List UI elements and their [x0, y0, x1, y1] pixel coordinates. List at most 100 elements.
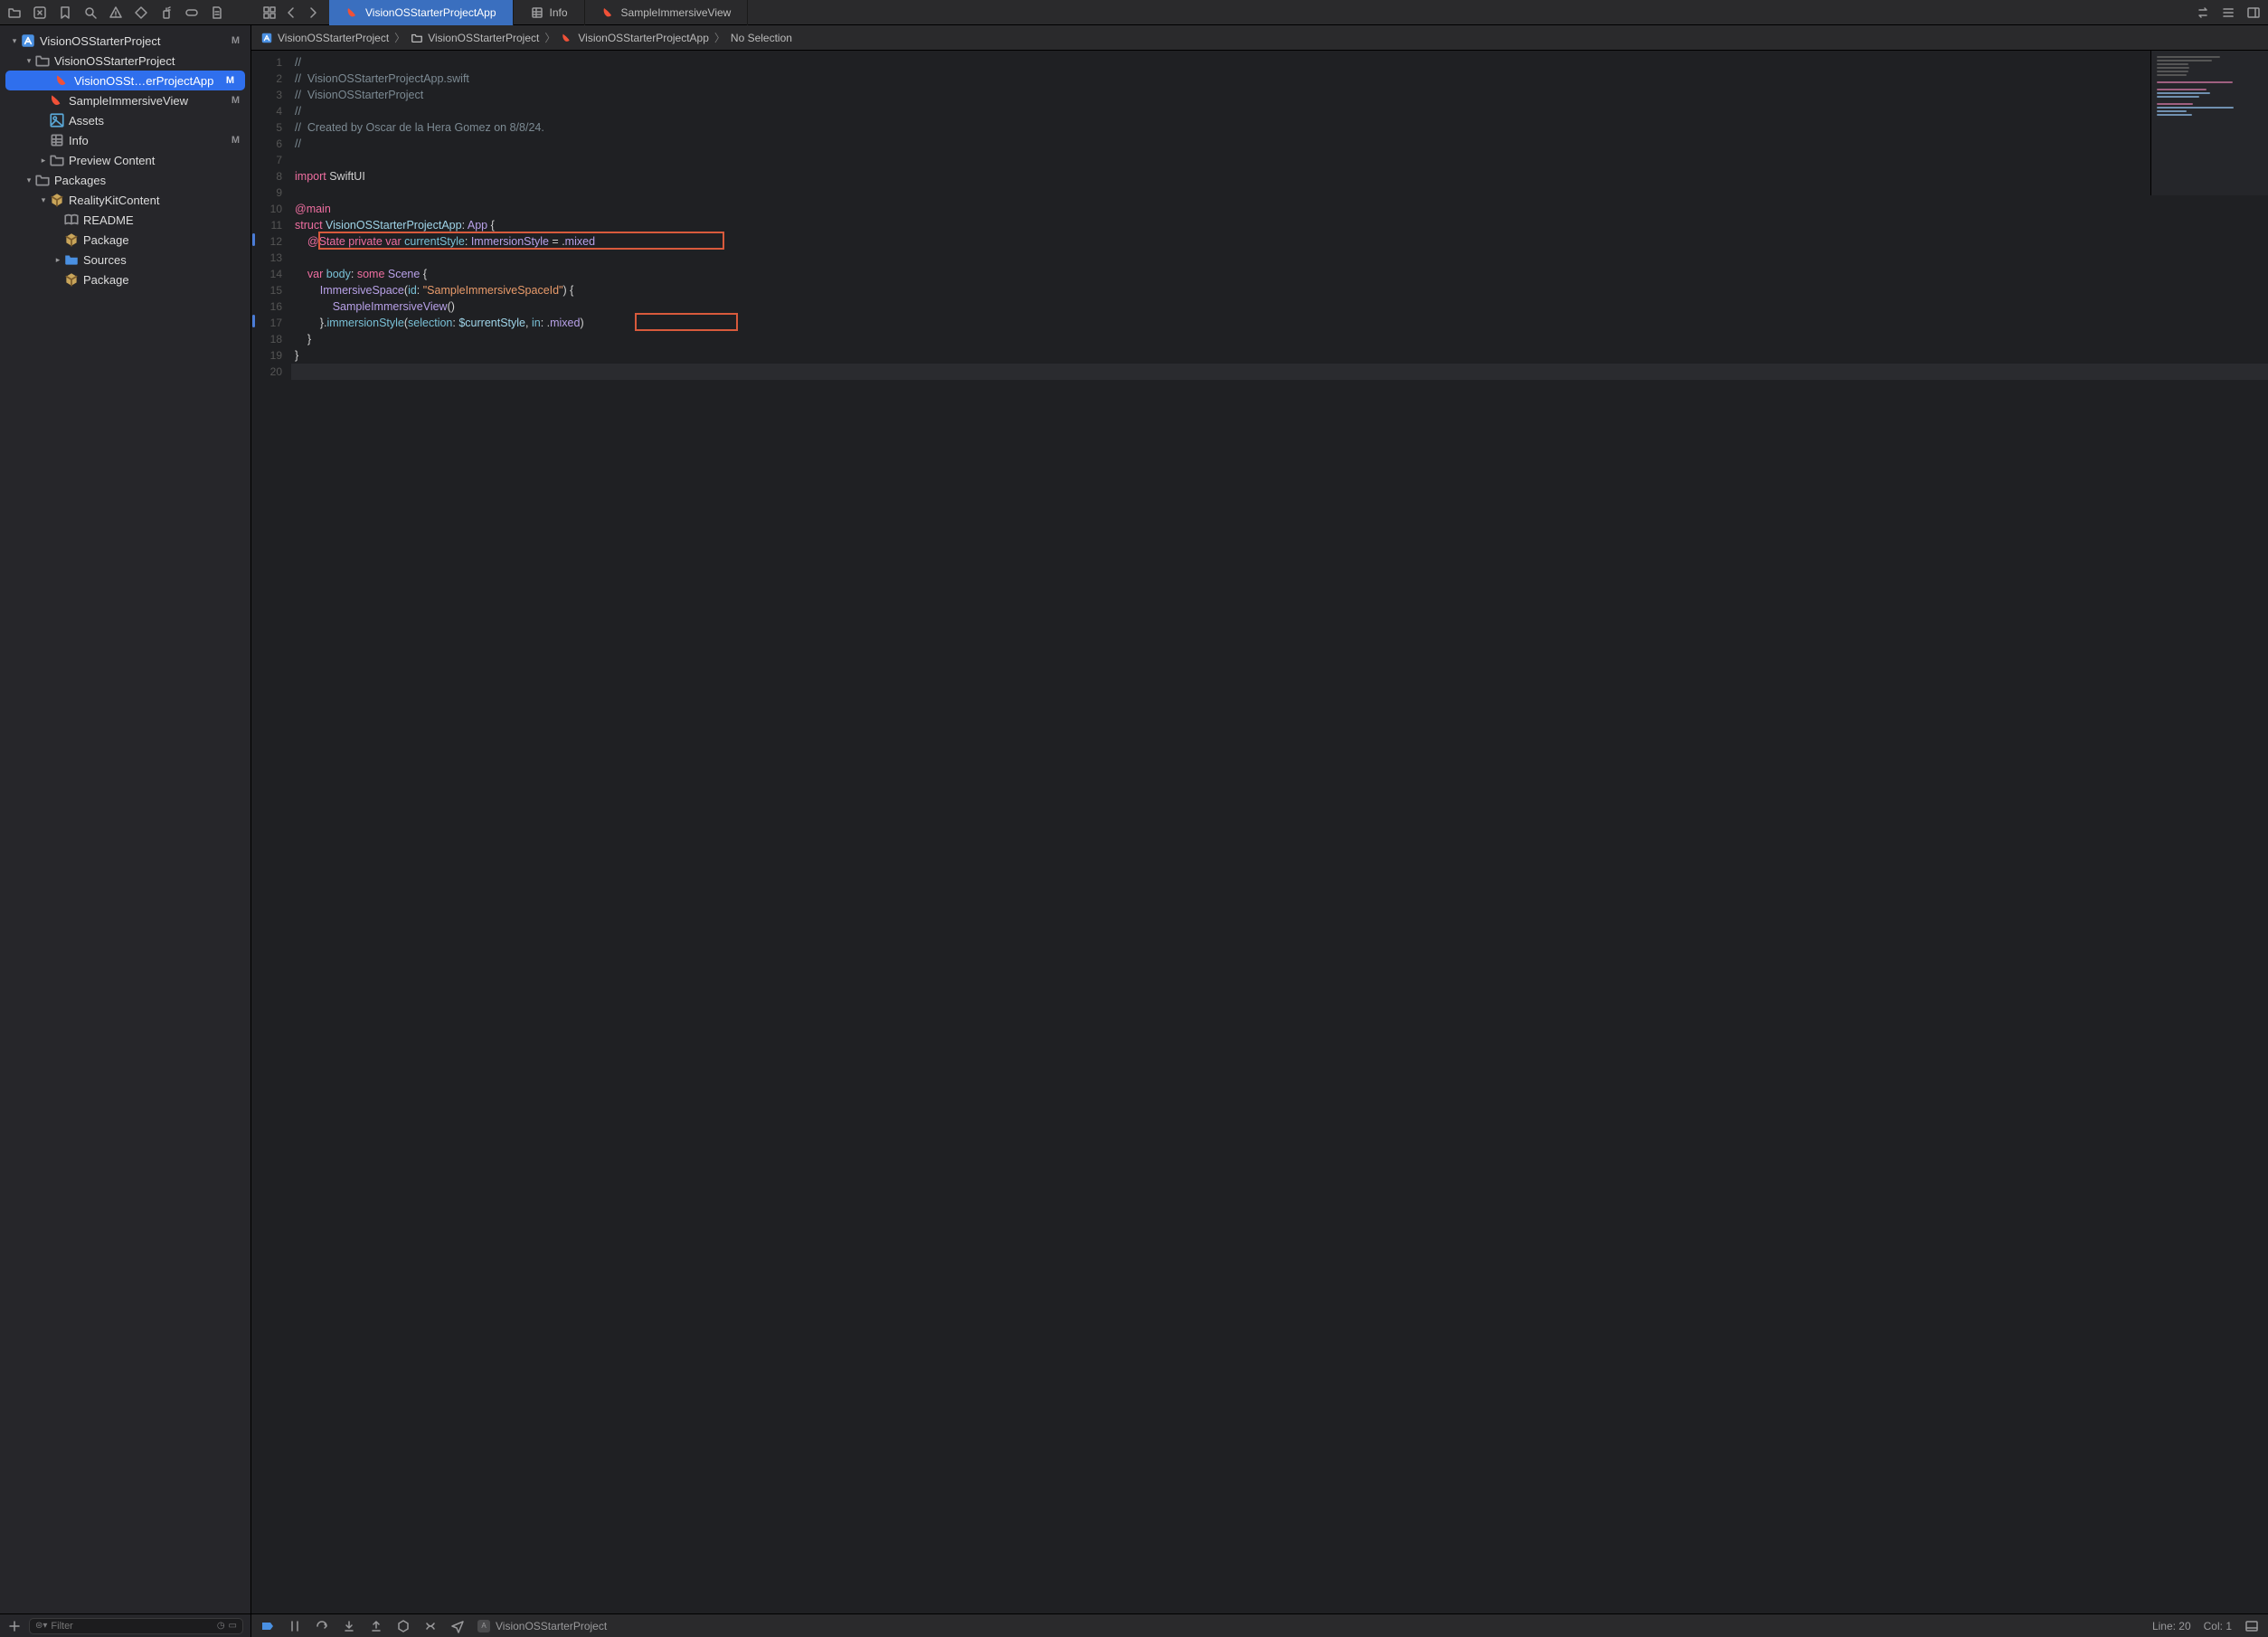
line-number: 12: [251, 233, 282, 250]
proj-icon: [260, 32, 273, 44]
code-line[interactable]: }: [291, 347, 2268, 364]
editor-area: VisionOSStarterProject〉VisionOSStarterPr…: [251, 25, 2268, 1613]
panel-bottom-icon[interactable]: [2244, 1619, 2259, 1633]
code-line[interactable]: }: [291, 331, 2268, 347]
step-out-icon[interactable]: [369, 1619, 383, 1633]
line-number: 5: [251, 119, 282, 136]
code-line[interactable]: @State private var currentStyle: Immersi…: [291, 233, 2268, 250]
disclosure-icon[interactable]: ▾: [9, 36, 20, 46]
step-into-icon[interactable]: [342, 1619, 356, 1633]
folder-blue-icon: [63, 251, 80, 268]
code-line[interactable]: SampleImmersiveView(): [291, 298, 2268, 315]
disclosure-icon[interactable]: ▾: [24, 56, 34, 66]
line-number: 19: [251, 347, 282, 364]
pkg-icon: [63, 232, 80, 248]
code-line[interactable]: }.immersionStyle(selection: $currentStyl…: [291, 315, 2268, 331]
minimap-line: [2157, 60, 2212, 62]
tab-visionosstarterprojectapp[interactable]: VisionOSStarterProjectApp: [329, 0, 514, 25]
breadcrumb[interactable]: VisionOSStarterProjectApp: [561, 32, 709, 44]
chevron-left-icon[interactable]: [284, 5, 298, 20]
minimap-line: [2157, 99, 2186, 101]
tree-row-packages[interactable]: ▾Packages: [0, 170, 250, 190]
jump-bar[interactable]: VisionOSStarterProject〉VisionOSStarterPr…: [251, 25, 2268, 51]
cursor-col-label: Col: 1: [2204, 1620, 2232, 1632]
tree-row-visionosstarterproject[interactable]: ▾VisionOSStarterProjectM: [0, 31, 250, 51]
scm-badge: M: [226, 75, 238, 86]
code-line[interactable]: struct VisionOSStarterProjectApp: App {: [291, 217, 2268, 233]
breadcrumb[interactable]: VisionOSStarterProject: [411, 32, 539, 44]
code-line[interactable]: [291, 364, 2268, 380]
code-line[interactable]: import SwiftUI: [291, 168, 2268, 185]
breadcrumb[interactable]: No Selection: [731, 32, 792, 44]
location-icon[interactable]: [450, 1619, 465, 1633]
tab-label: VisionOSStarterProjectApp: [365, 6, 496, 19]
source-editor[interactable]: //// VisionOSStarterProjectApp.swift// V…: [291, 51, 2268, 1613]
swap-icon[interactable]: [2196, 5, 2210, 20]
project-navigator[interactable]: ▾VisionOSStarterProjectM▾VisionOSStarter…: [0, 25, 251, 1613]
code-line[interactable]: //: [291, 54, 2268, 71]
tree-row-assets[interactable]: Assets: [0, 110, 250, 130]
grid-icon[interactable]: [262, 5, 277, 20]
disclosure-icon[interactable]: ▸: [52, 255, 63, 265]
tree-row-preview-content[interactable]: ▸Preview Content: [0, 150, 250, 170]
code-line[interactable]: // VisionOSStarterProject: [291, 87, 2268, 103]
list-adjust-icon[interactable]: [2221, 5, 2235, 20]
breadcrumb-label: VisionOSStarterProjectApp: [578, 32, 709, 44]
tab-sampleimmersiveview[interactable]: SampleImmersiveView: [585, 0, 749, 25]
disclosure-icon[interactable]: ▾: [24, 175, 34, 185]
panel-right-icon[interactable]: [2246, 5, 2261, 20]
tree-row-sources[interactable]: ▸Sources: [0, 250, 250, 270]
tree-row-info[interactable]: InfoM: [0, 130, 250, 150]
scm-badge: M: [232, 35, 243, 46]
pause-icon[interactable]: [288, 1619, 302, 1633]
doc-icon[interactable]: [210, 5, 224, 20]
filter-field[interactable]: ⊜▾ ◷ ▭: [29, 1618, 243, 1634]
chevron-right-icon[interactable]: [306, 5, 320, 20]
warning-icon[interactable]: [109, 5, 123, 20]
add-icon[interactable]: [7, 1619, 22, 1633]
folder-icon: [34, 172, 51, 188]
code-line[interactable]: ImmersiveSpace(id: "SampleImmersiveSpace…: [291, 282, 2268, 298]
scheme-indicator[interactable]: A VisionOSStarterProject: [477, 1620, 607, 1632]
code-line[interactable]: [291, 152, 2268, 168]
breadcrumb[interactable]: VisionOSStarterProject: [260, 32, 389, 44]
tree-row-sampleimmersiveview[interactable]: SampleImmersiveViewM: [0, 90, 250, 110]
debug-3d-icon[interactable]: [396, 1619, 411, 1633]
scm-filter-icon[interactable]: ▭: [229, 1621, 237, 1631]
tree-row-package[interactable]: Package: [0, 270, 250, 289]
code-line[interactable]: [291, 250, 2268, 266]
close-square-icon[interactable]: [33, 5, 47, 20]
filter-input[interactable]: [51, 1621, 213, 1632]
tree-label: Assets: [69, 114, 240, 128]
tab-info[interactable]: Info: [514, 0, 585, 25]
breakpoint-toggle-icon[interactable]: [260, 1619, 275, 1633]
code-line[interactable]: //: [291, 103, 2268, 119]
code-line[interactable]: [291, 185, 2268, 201]
disclosure-icon[interactable]: ▾: [38, 195, 49, 205]
code-line[interactable]: @main: [291, 201, 2268, 217]
tree-row-visionosst-erprojectapp[interactable]: VisionOSSt…erProjectAppM: [5, 71, 245, 90]
code-line[interactable]: var body: some Scene {: [291, 266, 2268, 282]
spray-icon[interactable]: [159, 5, 174, 20]
line-number: 2: [251, 71, 282, 87]
clock-icon[interactable]: ◷: [217, 1621, 225, 1631]
tree-row-realitykitcontent[interactable]: ▾RealityKitContent: [0, 190, 250, 210]
code-line[interactable]: // VisionOSStarterProjectApp.swift: [291, 71, 2268, 87]
debug-memory-icon[interactable]: [423, 1619, 438, 1633]
bookmark-icon[interactable]: [58, 5, 72, 20]
plist-icon: [49, 132, 65, 148]
code-line[interactable]: // Created by Oscar de la Hera Gomez on …: [291, 119, 2268, 136]
minimap[interactable]: [2150, 51, 2268, 195]
tree-row-package[interactable]: Package: [0, 230, 250, 250]
tag-icon[interactable]: [134, 5, 148, 20]
minimap-line: [2157, 71, 2188, 72]
folder-icon[interactable]: [7, 5, 22, 20]
tree-row-readme[interactable]: README: [0, 210, 250, 230]
search-icon[interactable]: [83, 5, 98, 20]
disclosure-icon[interactable]: ▸: [38, 156, 49, 166]
folder-icon: [411, 32, 423, 44]
tree-row-visionosstarterproject[interactable]: ▾VisionOSStarterProject: [0, 51, 250, 71]
capsule-icon[interactable]: [184, 5, 199, 20]
code-line[interactable]: //: [291, 136, 2268, 152]
step-over-icon[interactable]: [315, 1619, 329, 1633]
